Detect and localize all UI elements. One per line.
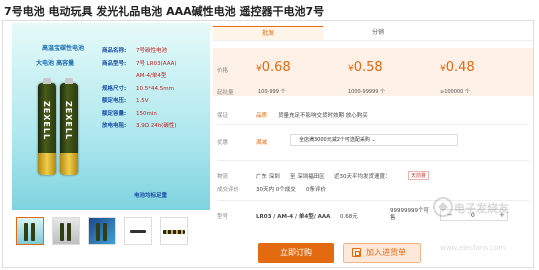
model-label: 型号 <box>217 214 229 220</box>
battery-brand-text: ZEXELL <box>64 101 73 141</box>
spec-row: 商品型号: 7号 LR03(AAA) <box>102 60 177 67</box>
spec-row: 额定电压: 1.5V <box>102 98 149 104</box>
discount-label: 优惠 <box>217 140 229 146</box>
thumbnail-4[interactable] <box>124 217 152 245</box>
product-title: 7号电池 电动玩具 发光礼品电池 AAA碱性电池 遥控器干电池7号 <box>4 5 325 18</box>
divider <box>217 160 529 161</box>
spec-row: 放电电阻: 3.9Ω 24h(碳性) <box>102 123 177 129</box>
discount-select[interactable]: 全店满3000元减2个可选配采购 ⌄ <box>290 134 458 146</box>
price-tier-3: ¥0.48 <box>440 60 475 75</box>
deal-count[interactable]: 30天内 0个成交 <box>256 185 296 193</box>
ship-to[interactable]: 至 深圳福田区 <box>290 172 325 180</box>
review-count[interactable]: 0条评价 <box>306 185 326 193</box>
battery-band <box>38 153 56 175</box>
price-tier-1: ¥0.68 <box>256 60 291 75</box>
rating-label: 成交评价 <box>217 187 240 193</box>
stock-count: 99999999个可售 <box>390 208 429 221</box>
delivery-speed: 近30天平均发货速度： <box>334 174 391 180</box>
add-to-cart-button[interactable]: 加入进货单 <box>343 243 421 263</box>
thumbnail-1[interactable] <box>16 217 44 245</box>
plus-button[interactable]: + <box>499 210 505 221</box>
battery-brand-text: ZEXELL <box>42 101 51 141</box>
divider <box>217 124 529 125</box>
tier-2-quantity: 1000-99999 个 <box>348 89 386 95</box>
tier-3-quantity: ≥100000 个 <box>440 89 470 95</box>
battery-cap <box>65 78 73 84</box>
buy-now-button[interactable]: 立即订购 <box>258 243 334 263</box>
thumbnail-3[interactable] <box>88 217 116 245</box>
min-order-label: 起批量 <box>217 90 234 96</box>
battery-band <box>60 153 78 175</box>
cart-icon <box>352 248 361 257</box>
thumbnail-5[interactable] <box>160 217 188 245</box>
discount-tag: 满减 <box>256 140 268 146</box>
battery-cap <box>43 78 51 84</box>
spec-row: 商品名称: 7号碳性电池 <box>102 48 167 54</box>
quantity-stepper[interactable]: − 0 + <box>440 209 508 221</box>
guarantee-label: 保证 <box>217 113 229 119</box>
spec-row: 规格尺寸: 10.5*44.5mm <box>102 85 174 92</box>
ship-from: 广东 深圳 <box>256 174 280 180</box>
thumbnail-2[interactable] <box>52 217 80 245</box>
add-to-cart-label: 加入进货单 <box>366 248 406 257</box>
spec-row: AM-4/单4型 <box>136 73 167 79</box>
minus-button[interactable]: − <box>447 210 453 221</box>
tab-wholesale[interactable]: 批发 <box>213 26 323 40</box>
chevron-down-icon: ⌄ <box>371 137 376 143</box>
spec-row: 额定容量: 150min <box>102 110 157 117</box>
quality-badge[interactable]: 品质 <box>256 111 267 119</box>
price-tier-2: ¥0.58 <box>348 60 383 75</box>
main-product-image[interactable]: 高温宝碳性电池 大电池 高容量 ZEXELL ZEXELL 商品名称: 7号碳性电… <box>12 23 210 210</box>
quantity-input[interactable]: 0 <box>471 210 475 221</box>
price-label: 价格 <box>217 68 229 74</box>
delivery-tag: 天前督 <box>408 171 430 180</box>
model-value: LR03 / AM-4 / 单4型/ AAA <box>256 214 331 220</box>
image-spec-list: 商品名称: 7号碳性电池 商品型号: 7号 LR03(AAA) AM-4/单4型 规… <box>102 45 177 133</box>
image-footer-text: 电池均标足重 <box>134 193 168 199</box>
battery-illustration: ZEXELL <box>60 78 78 175</box>
thumbnail-strip <box>12 217 210 247</box>
tier-1-quantity: 100-999 个 <box>258 89 286 95</box>
purchase-tabs: 批发 分销 <box>213 26 533 41</box>
image-badge-text: 高温宝碳性电池 <box>42 45 85 52</box>
logistics-label: 物流 <box>217 174 229 180</box>
divider <box>217 200 529 201</box>
tab-distribution[interactable]: 分销 <box>323 26 433 40</box>
image-sub-text: 大电池 高容量 <box>36 60 75 67</box>
battery-illustration: ZEXELL <box>38 78 56 175</box>
model-price: 0.68元 <box>340 214 358 220</box>
guarantee-text: 货量充足不影响交货时效期 放心购买 <box>278 113 368 119</box>
